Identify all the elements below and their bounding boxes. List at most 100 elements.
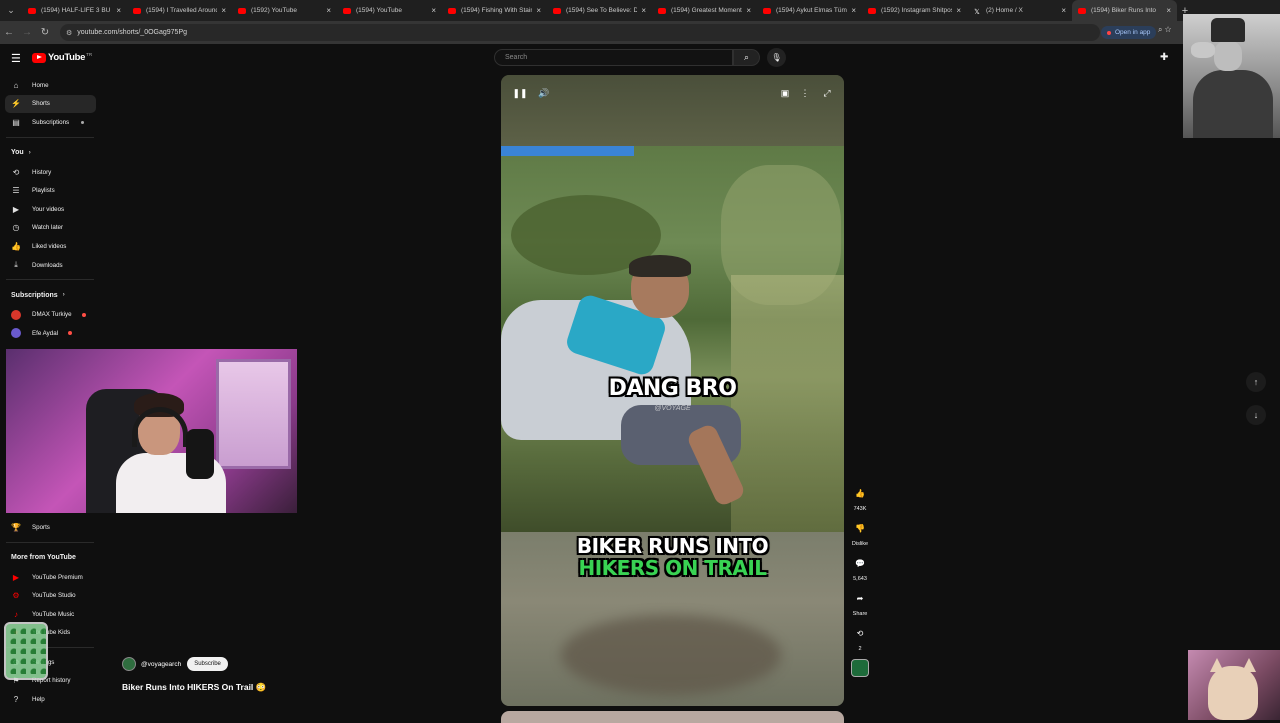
- sidebar-item-dmax-turkiye[interactable]: DMAX Turkiye: [0, 305, 96, 324]
- search-input[interactable]: Search: [494, 49, 733, 66]
- browser-tab[interactable]: (1594) Greatest Moments ×: [652, 0, 757, 21]
- close-icon[interactable]: ×: [1166, 6, 1171, 15]
- arrow-down-icon[interactable]: ↓: [1246, 405, 1266, 425]
- tab-title: (1594) See To Believe: De: [566, 7, 638, 14]
- site-info-icon[interactable]: ⚙: [66, 29, 72, 37]
- video-caption-top: DANG BRO: [608, 376, 737, 401]
- browser-tab[interactable]: (1592) YouTube ×: [232, 0, 337, 21]
- sidebar-item-label: Home: [32, 81, 49, 89]
- sidebar-item-home[interactable]: ⌂ Home: [0, 76, 96, 95]
- browser-tab[interactable]: (1594) HALF-LIFE 3 BU Cİ ×: [22, 0, 127, 21]
- browser-tab[interactable]: 𝕏 (2) Home / X ×: [967, 0, 1072, 21]
- browser-tab[interactable]: (1594) Aykut Elmas Tüm ×: [757, 0, 862, 21]
- tab-title: (1594) Biker Runs Into: [1091, 7, 1157, 14]
- sidebar-item-sports[interactable]: 🏆 Sports: [0, 518, 96, 537]
- share-action[interactable]: ➦ Share: [846, 589, 874, 618]
- microphone-icon[interactable]: 🎙: [767, 48, 786, 67]
- app-dot-icon: [1107, 30, 1111, 35]
- previous-short-button[interactable]: ↑: [1246, 372, 1266, 392]
- close-icon[interactable]: ×: [1061, 6, 1066, 15]
- channel-handle[interactable]: @voyagearch: [141, 661, 181, 668]
- short-title[interactable]: Biker Runs Into HIKERS On Trail 😳: [122, 682, 266, 693]
- sidebar-item-subscriptions[interactable]: ▤ Subscriptions: [0, 113, 96, 132]
- dislike-icon[interactable]: 👎: [851, 519, 869, 537]
- close-icon[interactable]: ×: [536, 6, 541, 15]
- avatar[interactable]: [122, 657, 136, 671]
- youtube-icon: [28, 7, 36, 14]
- remix-action[interactable]: ⟲ 2: [846, 624, 874, 653]
- like-action[interactable]: 👍 743K: [846, 484, 874, 513]
- create-icon[interactable]: ✚: [1160, 52, 1168, 63]
- browser-tab[interactable]: (1594) Fishing With Stain ×: [442, 0, 547, 21]
- youtube-studio-icon: ⚙: [12, 591, 20, 601]
- shorts-video-player[interactable]: DANG BRO @VOYAGE BIKER RUNS INTO HIKERS …: [501, 75, 844, 706]
- search-icon[interactable]: ⌕: [733, 49, 760, 66]
- back-arrow-icon[interactable]: ←: [0, 27, 18, 38]
- captions-icon[interactable]: ▣: [775, 86, 795, 100]
- menu-icon[interactable]: ☰: [11, 52, 21, 65]
- fullscreen-icon[interactable]: ⤢: [817, 86, 837, 100]
- browser-tab[interactable]: (1594) YouTube ×: [337, 0, 442, 21]
- sidebar-item-youtube-music[interactable]: ♪ YouTube Music: [0, 605, 96, 624]
- sidebar-item-help[interactable]: ? Help: [0, 690, 96, 709]
- close-icon[interactable]: ×: [326, 6, 331, 15]
- close-icon[interactable]: ×: [746, 6, 751, 15]
- sidebar-item-watch-later[interactable]: ◷ Watch later: [0, 219, 96, 238]
- video-grass: [731, 275, 844, 532]
- arrow-up-icon[interactable]: ↑: [1246, 372, 1266, 392]
- close-icon[interactable]: ×: [851, 6, 856, 15]
- sidebar-item-efe-aydal[interactable]: Efe Aydal: [0, 324, 96, 343]
- pause-icon[interactable]: ❚❚: [510, 86, 530, 100]
- channel-thumbnail-action[interactable]: [846, 659, 874, 677]
- reload-icon[interactable]: ↻: [36, 27, 54, 38]
- url-field[interactable]: ⚙ youtube.com/shorts/_0OGag975Pg: [60, 24, 1100, 41]
- close-icon[interactable]: ×: [956, 6, 961, 15]
- sidebar-item-playlists[interactable]: ☰ Playlists: [0, 181, 96, 200]
- share-icon[interactable]: ➦: [851, 589, 869, 607]
- open-in-app-button[interactable]: Open in app: [1101, 26, 1157, 39]
- like-icon[interactable]: 👍: [851, 484, 869, 502]
- photo-coat: [1193, 70, 1273, 138]
- sidebar-item-your-videos[interactable]: ▶ Your videos: [0, 200, 96, 219]
- tab-search-chevron-icon[interactable]: ⌄: [0, 0, 22, 21]
- comments-action[interactable]: 💬 5,643: [846, 554, 874, 583]
- forward-arrow-icon[interactable]: →: [18, 27, 36, 38]
- dislike-action[interactable]: 👎 Dislike: [846, 519, 874, 548]
- like-count: 743K: [853, 506, 867, 512]
- more-options-icon[interactable]: ⋮: [795, 86, 815, 100]
- youtube-music-icon: ♪: [14, 609, 18, 619]
- sidebar-item-liked-videos[interactable]: 👍 Liked videos: [0, 237, 96, 256]
- browser-tab[interactable]: (1594) I Travelled Around ×: [127, 0, 232, 21]
- browser-tab[interactable]: (1594) See To Believe: De ×: [547, 0, 652, 21]
- remix-icon[interactable]: ⟲: [851, 624, 869, 642]
- home-icon: ⌂: [13, 80, 19, 90]
- youtube-icon: [763, 7, 771, 14]
- youtube-icon: [868, 7, 876, 14]
- sidebar-item-history[interactable]: ⟲ History: [0, 163, 96, 182]
- sidebar-item-youtube-studio[interactable]: ⚙ YouTube Studio: [0, 586, 96, 605]
- close-icon[interactable]: ×: [431, 6, 436, 15]
- you-heading[interactable]: You ›: [0, 143, 100, 163]
- sidebar-item-youtube-premium[interactable]: ▶ YouTube Premium: [0, 568, 96, 587]
- channel-thumbnail[interactable]: [851, 659, 869, 677]
- sidebar-item-label: YouTube Premium: [32, 573, 83, 581]
- browser-tab[interactable]: (1594) Biker Runs Into ×: [1072, 0, 1177, 21]
- next-short-preview[interactable]: [501, 711, 844, 723]
- browser-tab[interactable]: (1592) İnstagram Shitpost ×: [862, 0, 967, 21]
- volume-icon[interactable]: 🔊: [534, 86, 554, 100]
- subscriptions-heading[interactable]: Subscriptions ›: [0, 285, 100, 305]
- subscribe-button[interactable]: Subscribe: [187, 657, 228, 671]
- youtube-logo[interactable]: YouTube TR: [32, 52, 92, 63]
- new-content-dot-icon: [81, 120, 85, 124]
- close-icon[interactable]: ×: [221, 6, 226, 15]
- comment-icon[interactable]: 💬: [851, 554, 869, 572]
- sidebar-item-label: History: [32, 168, 52, 176]
- zoom-icon[interactable]: ⌕ ☆: [1158, 25, 1171, 35]
- sidebar-item-downloads[interactable]: ⤓ Downloads: [0, 256, 96, 275]
- next-short-button[interactable]: ↓: [1246, 405, 1266, 425]
- close-icon[interactable]: ×: [116, 6, 121, 15]
- sidebar-item-shorts[interactable]: ⚡ Shorts: [5, 94, 96, 114]
- streamer-webcam-overlay: [6, 349, 297, 513]
- downloads-icon: ⤓: [14, 260, 18, 270]
- close-icon[interactable]: ×: [641, 6, 646, 15]
